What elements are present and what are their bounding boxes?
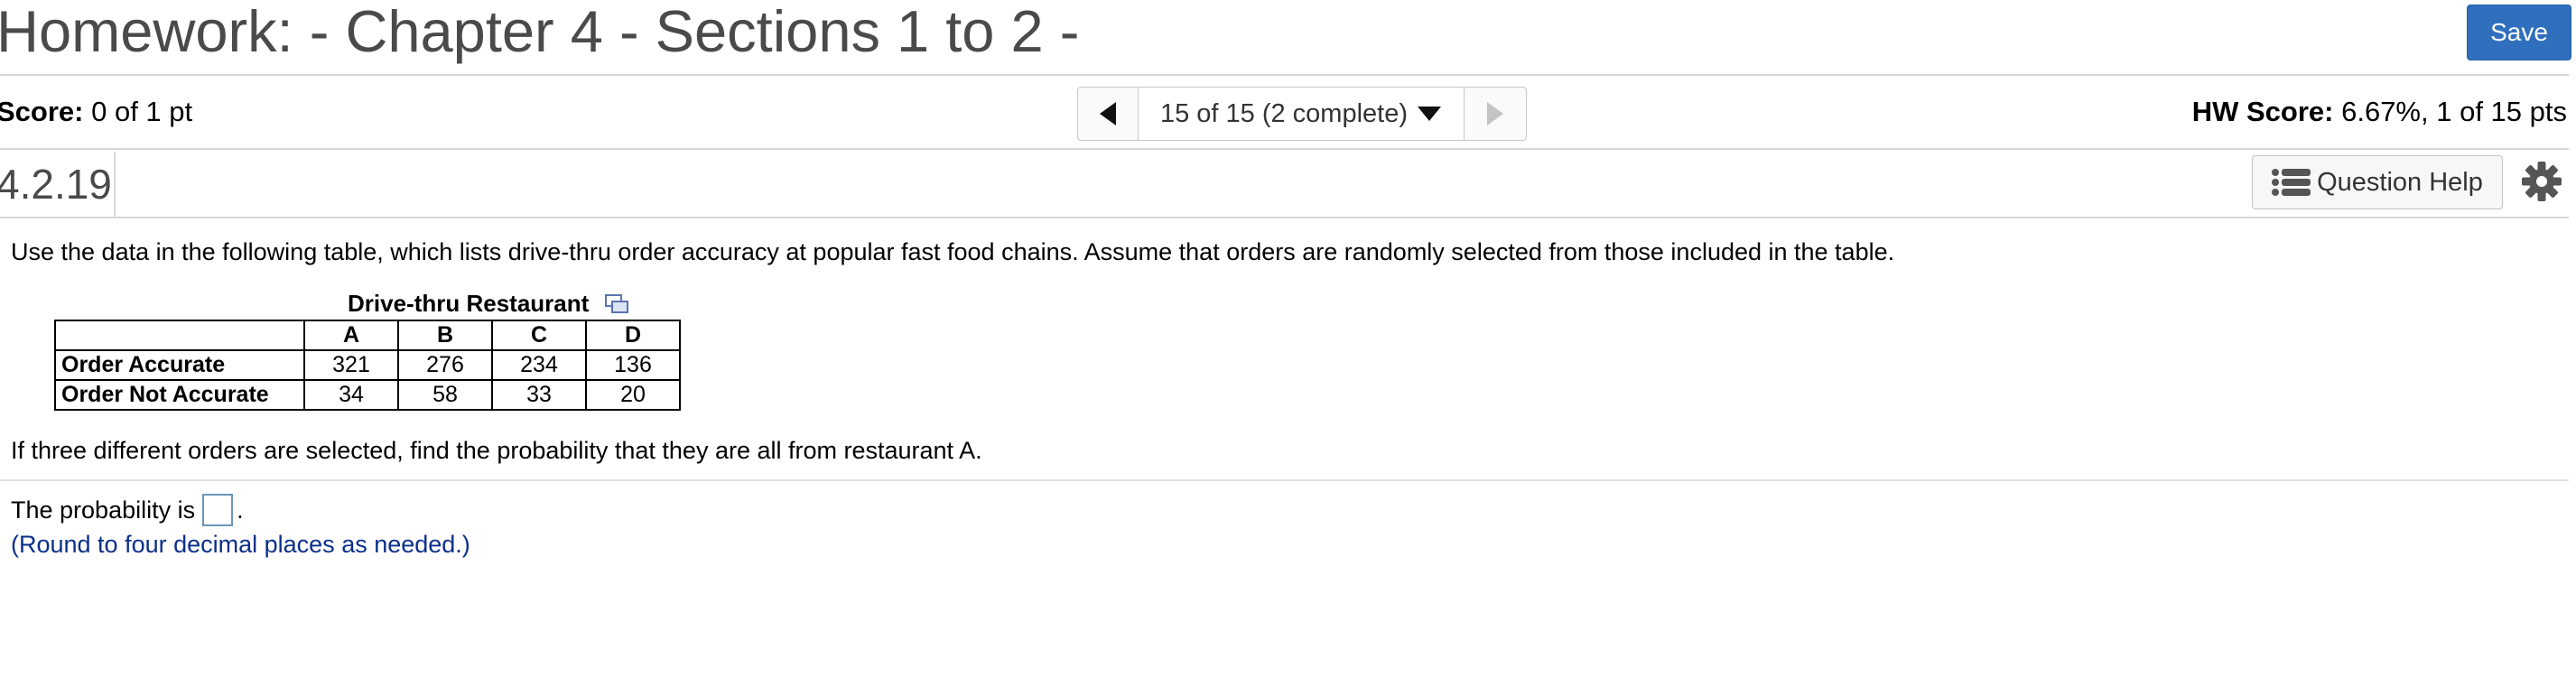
drive-thru-table: A B C D Order Accurate 321 276 234 136 O…: [54, 320, 681, 411]
answer-line: The probability is .: [11, 493, 244, 527]
score-value: 0 of 1 pt: [91, 96, 193, 127]
hw-score: HW Score: 6.67%, 1 of 15 pts: [2192, 94, 2567, 130]
table-cell: 234: [491, 349, 587, 381]
question-id-divider: [114, 152, 116, 217]
question-help-label: Question Help: [2317, 167, 2483, 197]
table-cell: 58: [397, 379, 493, 411]
popout-icon[interactable]: [605, 294, 628, 314]
column-header: C: [491, 320, 587, 351]
dropdown-caret-icon: [1417, 99, 1442, 129]
table-cell: 276: [397, 349, 493, 381]
hw-score-value: 6.67%, 1 of 15 pts: [2341, 96, 2567, 127]
question-status-text: 15 of 15 (2 complete): [1159, 98, 1409, 128]
table-row: Order Not Accurate 34 58 33 20: [54, 379, 681, 411]
gear-icon[interactable]: [2521, 161, 2562, 202]
table-cell: 20: [585, 379, 681, 411]
column-header: B: [397, 320, 493, 351]
column-header: D: [585, 320, 681, 351]
table-caption: Drive-thru Restaurant: [348, 290, 590, 317]
answer-prefix: The probability is: [11, 496, 196, 524]
question-score: Score: 0 of 1 pt: [0, 94, 192, 130]
table-header-row: A B C D: [54, 320, 681, 351]
score-divider: [0, 148, 2569, 150]
header-divider: [0, 74, 2569, 76]
question-bar-divider: [0, 217, 2569, 218]
row-header: Order Accurate: [54, 349, 305, 381]
table-corner-cell: [54, 320, 305, 351]
save-button[interactable]: Save: [2467, 5, 2571, 60]
homework-page: Homework: - Chapter 4 - Sections 1 to 2 …: [0, 0, 2576, 677]
table-cell: 33: [491, 379, 587, 411]
next-question-button[interactable]: [1465, 88, 1526, 140]
list-icon: [2272, 169, 2311, 196]
prev-arrow-icon: [1100, 102, 1116, 125]
hw-score-label: HW Score:: [2191, 96, 2334, 127]
question-help-button[interactable]: Question Help: [2252, 155, 2503, 209]
row-header: Order Not Accurate: [54, 379, 305, 411]
page-title: Homework: - Chapter 4 - Sections 1 to 2 …: [0, 0, 1080, 64]
table-cell: 34: [303, 379, 399, 411]
table-cell: 136: [585, 349, 681, 381]
score-label: Score:: [0, 96, 84, 127]
answer-suffix: .: [237, 496, 244, 524]
question-id: 4.2.19: [0, 161, 112, 208]
table-cell: 321: [303, 349, 399, 381]
question-navigator: 15 of 15 (2 complete): [1077, 87, 1527, 141]
column-header: A: [303, 320, 399, 351]
rounding-note: (Round to four decimal places as needed.…: [11, 531, 470, 558]
table-row: Order Accurate 321 276 234 136: [54, 349, 681, 381]
next-arrow-icon: [1487, 102, 1503, 125]
previous-question-button[interactable]: [1078, 88, 1139, 140]
question-intro: Use the data in the following table, whi…: [11, 238, 1895, 265]
answer-divider: [0, 479, 2569, 481]
question-prompt: If three different orders are selected, …: [11, 437, 982, 464]
question-select-dropdown[interactable]: 15 of 15 (2 complete): [1139, 88, 1465, 140]
probability-answer-input[interactable]: [202, 494, 234, 526]
